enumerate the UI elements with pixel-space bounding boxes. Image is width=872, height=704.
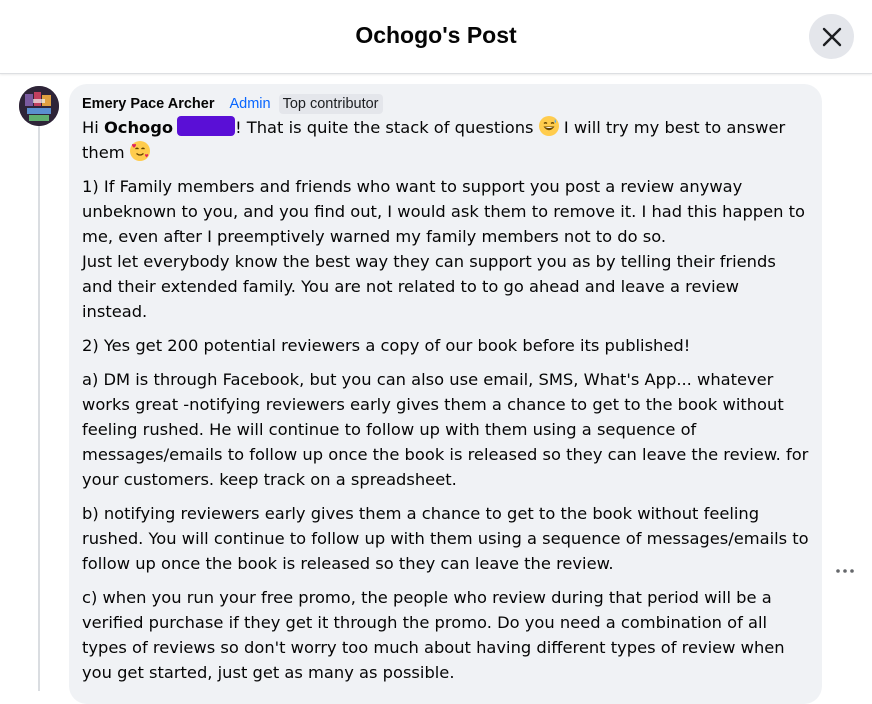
author-name[interactable]: Emery Pace Archer bbox=[82, 96, 214, 112]
comment-bubble: Emery Pace Archer Admin Top contributor … bbox=[69, 84, 822, 704]
avatar[interactable] bbox=[19, 86, 59, 126]
paragraph-1: 1) If Family members and friends who wan… bbox=[82, 177, 805, 246]
paragraph-1b: Just let everybody know the best way the… bbox=[82, 252, 776, 321]
greeting-prefix: Hi bbox=[82, 118, 99, 137]
more-horizontal-icon bbox=[836, 569, 854, 573]
greeting-paragraph: Hi Ochogo ! That is quite the stack of qu… bbox=[82, 115, 809, 165]
greeting-after: I will try my best to answer bbox=[563, 118, 786, 137]
greeting-line2: them bbox=[82, 143, 125, 162]
grinning-sweat-emoji-icon bbox=[538, 116, 559, 136]
close-icon bbox=[822, 27, 841, 46]
close-button[interactable] bbox=[809, 14, 854, 59]
paragraph-c: c) when you run your free promo, the peo… bbox=[82, 588, 785, 682]
comment-meta: Emery Pace Archer Admin Top contributor bbox=[82, 93, 809, 115]
mention-link[interactable]: Ochogo bbox=[104, 118, 173, 137]
admin-label[interactable]: Admin bbox=[229, 96, 270, 112]
redaction-block bbox=[177, 116, 236, 136]
top-contributor-badge: Top contributor bbox=[278, 94, 383, 114]
post-header: Ochogo's Post bbox=[0, 0, 872, 74]
paragraph-2: 2) Yes get 200 potential reviewers a cop… bbox=[82, 336, 691, 355]
greeting-rest: ! That is quite the stack of questions bbox=[235, 118, 534, 137]
avatar-image bbox=[19, 86, 59, 126]
thread-connector-line bbox=[38, 126, 40, 691]
comment-options-button[interactable] bbox=[833, 559, 857, 583]
post-title: Ochogo's Post bbox=[355, 22, 517, 48]
comment-body: Hi Ochogo ! That is quite the stack of qu… bbox=[82, 115, 809, 685]
paragraph-b: b) notifying reviewers early gives them … bbox=[82, 504, 809, 573]
paragraph-a: a) DM is through Facebook, but you can a… bbox=[82, 370, 809, 489]
smiling-hearts-emoji-icon bbox=[129, 141, 150, 161]
